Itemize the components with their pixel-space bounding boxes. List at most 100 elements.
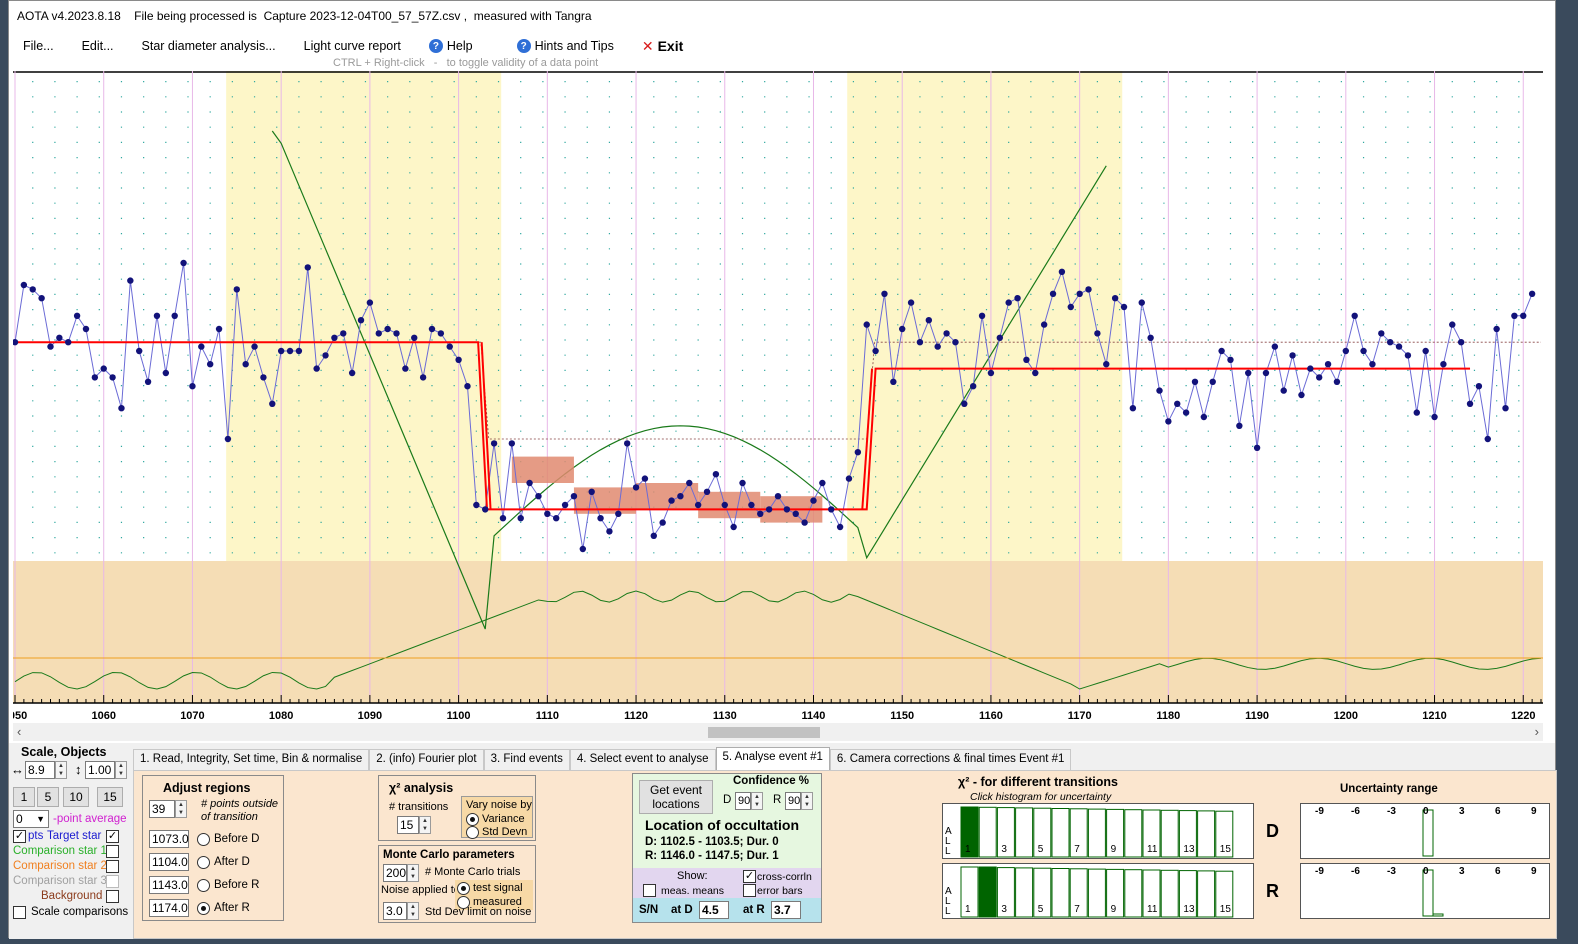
scale-comparisons-checkbox[interactable] xyxy=(13,906,26,919)
histogram-bar[interactable] xyxy=(978,806,997,858)
target-star-point xyxy=(978,312,986,319)
target-star-point xyxy=(1085,286,1092,293)
menu-file[interactable]: File... xyxy=(9,39,68,53)
vary-noise-box: Vary noise by Variance Std Devn xyxy=(461,796,533,839)
points-outside-spinner[interactable]: ▲ ▼ xyxy=(175,800,187,818)
test-signal-radio[interactable] xyxy=(457,882,470,895)
histogram-bar[interactable] xyxy=(1197,810,1216,858)
scale-button-15[interactable]: 15 xyxy=(97,787,123,807)
menu-help[interactable]: ? Help xyxy=(415,39,487,53)
comparison-star-2-checkbox[interactable] xyxy=(106,860,119,873)
error-bars-checkbox[interactable] xyxy=(743,884,756,897)
comparison-star-3-checkbox[interactable] xyxy=(106,875,119,888)
after-d-radio[interactable] xyxy=(197,856,210,869)
chi-histogram-r[interactable]: A L L 1 3 5 7 9 11 13 15 xyxy=(942,863,1254,919)
histogram-bar[interactable] xyxy=(1124,809,1143,858)
monte-carlo-trials-input[interactable]: 200 xyxy=(383,864,407,882)
histogram-bin-label: 9 xyxy=(1110,904,1117,915)
histogram-bin-label: 15 xyxy=(1219,844,1231,855)
histogram-bar[interactable] xyxy=(1087,868,1106,918)
before-d-radio[interactable] xyxy=(197,833,210,846)
scale-button-5[interactable]: 5 xyxy=(37,787,59,807)
scale-button-1[interactable]: 1 xyxy=(13,787,35,807)
target-star-point xyxy=(579,545,587,553)
target-star-point xyxy=(1369,361,1376,368)
histogram-bar[interactable] xyxy=(1051,808,1070,858)
chart-scrollbar[interactable]: ‹ › xyxy=(13,723,1543,741)
meas-means-checkbox[interactable] xyxy=(643,884,656,897)
histogram-bar[interactable] xyxy=(1015,867,1034,918)
transitions-input[interactable]: 15 xyxy=(397,816,419,834)
scroll-thumb[interactable] xyxy=(708,727,820,738)
histogram-bar[interactable] xyxy=(1015,807,1034,858)
chi-histogram-d[interactable]: A L L 1 3 5 7 9 11 13 15 xyxy=(942,803,1254,859)
histogram-bar[interactable] xyxy=(1051,868,1070,918)
menu-edit[interactable]: Edit... xyxy=(68,39,128,53)
light-curve-chart[interactable]: 1050 1060 1070 1080 1090 1100 1110 1120 1130 1140… xyxy=(3,71,1543,723)
tab-read-integrity[interactable]: 1. Read, Integrity, Set time, Bin & norm… xyxy=(133,749,370,771)
std-devn-radio[interactable] xyxy=(466,826,479,839)
after-r-label: After R xyxy=(214,902,250,914)
confidence-d-spinner[interactable]: ▲ ▼ xyxy=(751,792,763,810)
histogram-bar[interactable] xyxy=(1160,809,1179,858)
get-event-locations-button[interactable]: Get event locations xyxy=(639,780,713,814)
before-d-input[interactable]: 1073.0 xyxy=(149,830,189,848)
x-scale-input[interactable]: 8.9 xyxy=(25,761,55,779)
histogram-bin-label: 7 xyxy=(1074,844,1080,855)
histogram-bar[interactable] xyxy=(1087,808,1106,858)
before-d-label: Before D xyxy=(214,833,260,845)
target-star-checkbox[interactable]: ✓ xyxy=(106,830,119,843)
confidence-r-spinner[interactable]: ▲ ▼ xyxy=(801,792,813,810)
chi-histogram-d-svg[interactable] xyxy=(943,804,1253,858)
uncertainty-tick-label: -3 xyxy=(1387,806,1396,817)
variance-radio[interactable] xyxy=(466,813,479,826)
point-average-select[interactable]: 0 ▼ xyxy=(13,810,49,828)
std-dev-limit-input[interactable]: 3.0 xyxy=(383,902,407,920)
after-r-input[interactable]: 1174.0 xyxy=(149,899,189,917)
y-scale-input[interactable]: 1.00 xyxy=(85,761,115,779)
x-tick-label: 1110 xyxy=(536,710,559,722)
tab-find-events[interactable]: 3. Find events xyxy=(483,749,570,771)
comparison-star-1-checkbox[interactable] xyxy=(106,845,119,858)
scroll-right-icon[interactable]: › xyxy=(1535,724,1539,739)
after-d-input[interactable]: 1104.0 xyxy=(149,853,189,871)
cross-corrln-checkbox[interactable]: ✓ xyxy=(743,870,756,883)
tab-camera-corrections[interactable]: 6. Camera corrections & final times Even… xyxy=(829,749,1072,771)
scale-button-10[interactable]: 10 xyxy=(63,787,89,807)
pts-checkbox[interactable]: ✓ xyxy=(13,830,26,843)
menu-light-curve-report[interactable]: Light curve report xyxy=(290,39,415,53)
histogram-bin-label: 15 xyxy=(1219,904,1231,915)
histogram-bar[interactable] xyxy=(1197,870,1216,918)
before-r-radio[interactable] xyxy=(197,879,210,892)
tab-select-event[interactable]: 4. Select event to analyse xyxy=(569,749,716,771)
histogram-bar[interactable] xyxy=(1160,869,1179,918)
after-r-radio[interactable] xyxy=(197,902,210,915)
menu-star-diameter[interactable]: Star diameter analysis... xyxy=(128,39,290,53)
histogram-bar[interactable] xyxy=(1124,869,1143,918)
tab-analyse-event[interactable]: 5. Analyse event #1 xyxy=(715,747,830,771)
histogram-bar[interactable] xyxy=(978,866,997,918)
std-dev-limit-spinner[interactable]: ▲ ▼ xyxy=(407,902,419,920)
y-scale-spinner[interactable]: ▲ ▼ xyxy=(115,761,127,779)
transitions-spinner[interactable]: ▲ ▼ xyxy=(419,816,431,834)
target-star-point xyxy=(1475,383,1483,390)
target-star-point xyxy=(1386,339,1394,346)
target-star-point xyxy=(1493,325,1500,333)
x-scale-spinner[interactable]: ▲ ▼ xyxy=(55,761,67,779)
tab-fourier-plot[interactable]: 2. (info) Fourier plot xyxy=(369,749,484,771)
scroll-left-icon[interactable]: ‹ xyxy=(17,724,21,739)
target-star-point xyxy=(304,264,311,271)
x-tick-label: 1220 xyxy=(1511,710,1535,722)
background-checkbox[interactable] xyxy=(106,890,119,903)
chevron-down-icon: ▼ xyxy=(36,814,45,824)
chi-histogram-r-svg[interactable] xyxy=(943,864,1253,918)
confidence-r-input[interactable]: 90 xyxy=(785,792,801,810)
confidence-d-input[interactable]: 90 xyxy=(735,792,751,810)
before-r-input[interactable]: 1143.0 xyxy=(149,876,189,894)
light-curve-svg[interactable]: 1050 1060 1070 1080 1090 1100 1110 1120 1130 1140… xyxy=(3,71,1543,723)
target-star-point xyxy=(1298,391,1305,399)
menu-exit[interactable]: ✕ Exit xyxy=(628,38,697,55)
menu-hints[interactable]: ? Hints and Tips xyxy=(503,39,628,53)
points-outside-input[interactable]: 39 xyxy=(149,800,175,818)
monte-carlo-trials-spinner[interactable]: ▲ ▼ xyxy=(407,864,419,882)
